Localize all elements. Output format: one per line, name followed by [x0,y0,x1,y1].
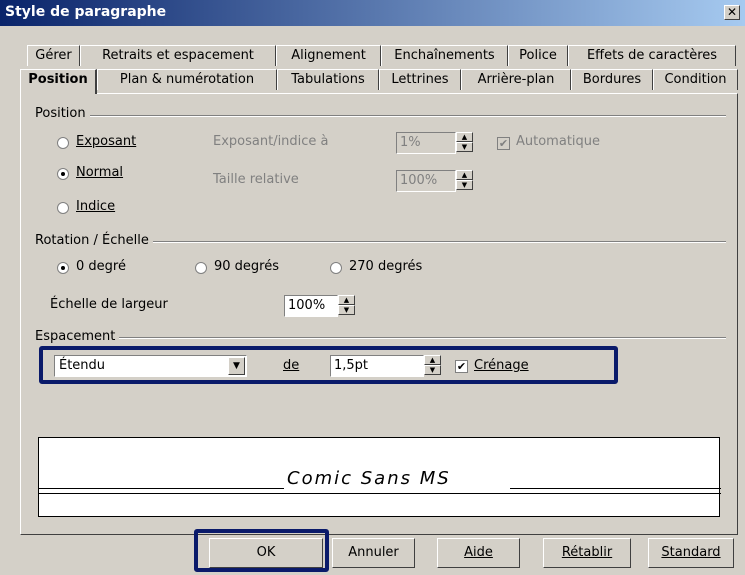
rotation-90-label[interactable]: 90 degrés [214,259,279,274]
exposant-label[interactable]: Exposant [76,134,136,149]
retablir-button[interactable]: Rétablir [543,538,631,568]
espacement-group-label: Espacement [35,329,120,344]
rotation-0-radio[interactable] [57,262,69,274]
tab-tabulations[interactable]: Tabulations [277,69,379,90]
exposant-indice-label: Exposant/indice à [213,134,329,149]
tab-enchainements[interactable]: Enchaînements [381,45,508,66]
check-icon: ✔ [498,137,509,150]
rotation-270-radio[interactable] [330,262,342,274]
exposant-indice-field[interactable]: 1% [396,132,456,154]
tab-bordures[interactable]: Bordures [571,69,653,90]
spin-up-icon: ▲ [424,355,441,365]
tab-alignement[interactable]: Alignement [276,45,381,66]
window-title: Style de paragraphe [5,4,167,20]
spin-up-icon: ▲ [338,295,355,305]
taille-relative-spinner[interactable]: ▲ ▼ [456,170,473,192]
rotation-90-radio[interactable] [195,262,207,274]
position-group-label: Position [35,106,90,121]
position-group-line [38,115,726,117]
automatique-checkbox[interactable]: ✔ [497,137,510,150]
aide-button[interactable]: Aide [437,538,520,568]
title-bar: Style de paragraphe ✕ [0,0,745,26]
spin-down-icon: ▼ [424,365,441,375]
tab-arriere-plan[interactable]: Arrière-plan [461,69,571,90]
tab-police[interactable]: Police [508,45,568,66]
crenage-checkbox[interactable]: ✔ [455,360,468,373]
exposant-indice-spinner[interactable]: ▲ ▼ [456,132,473,154]
tab-gerer[interactable]: Gérer [27,45,80,66]
preview-area: Comic Sans MS [38,437,721,517]
tab-lettrines[interactable]: Lettrines [379,69,461,90]
echelle-largeur-label: Échelle de largeur [50,297,168,312]
tab-retraits[interactable]: Retraits et espacement [80,45,276,66]
espacement-de-label: de [283,358,300,373]
espacement-value-field[interactable]: 1,5pt [330,355,424,377]
tab-effets[interactable]: Effets de caractères [568,45,736,66]
normal-label[interactable]: Normal [76,165,123,180]
tab-plan-numerotation[interactable]: Plan & numérotation [97,69,277,90]
spin-down-icon: ▼ [456,180,473,190]
espacement-value-spinner[interactable]: ▲ ▼ [424,355,441,377]
tab-position[interactable]: Position [20,69,97,94]
espacement-mode-select[interactable]: Étendu ▼ [54,355,247,377]
ok-button[interactable]: OK [209,538,323,568]
annuler-button[interactable]: Annuler [332,538,415,568]
echelle-largeur-field[interactable]: 100% [284,295,338,317]
echelle-largeur-spinner[interactable]: ▲ ▼ [338,295,355,317]
taille-relative-field[interactable]: 100% [396,170,456,192]
espacement-mode-value: Étendu [59,358,106,373]
espacement-group-line [38,337,726,339]
crenage-label[interactable]: Crénage [474,358,529,373]
tab-condition[interactable]: Condition [653,69,738,90]
rotation-270-label[interactable]: 270 degrés [349,259,422,274]
chevron-down-icon[interactable]: ▼ [228,357,245,375]
taille-relative-label: Taille relative [213,172,299,187]
spin-down-icon: ▼ [456,142,473,152]
spin-up-icon: ▲ [456,132,473,142]
close-button[interactable]: ✕ [724,5,740,20]
preview-text: Comic Sans MS [287,468,451,489]
indice-radio[interactable] [57,202,69,214]
preview-baseline-left [39,488,284,489]
check-icon: ✔ [456,360,467,373]
preview-baseline-right [510,488,721,489]
automatique-label: Automatique [516,134,601,149]
spin-up-icon: ▲ [456,170,473,180]
exposant-radio[interactable] [57,137,69,149]
normal-radio[interactable] [57,168,69,180]
indice-label[interactable]: Indice [76,199,115,214]
standard-button[interactable]: Standard [648,538,734,568]
rotation-group-label: Rotation / Échelle [35,233,153,248]
rotation-0-label[interactable]: 0 degré [76,259,126,274]
spin-down-icon: ▼ [338,305,355,315]
close-icon: ✕ [726,5,738,19]
preview-line [39,493,721,494]
